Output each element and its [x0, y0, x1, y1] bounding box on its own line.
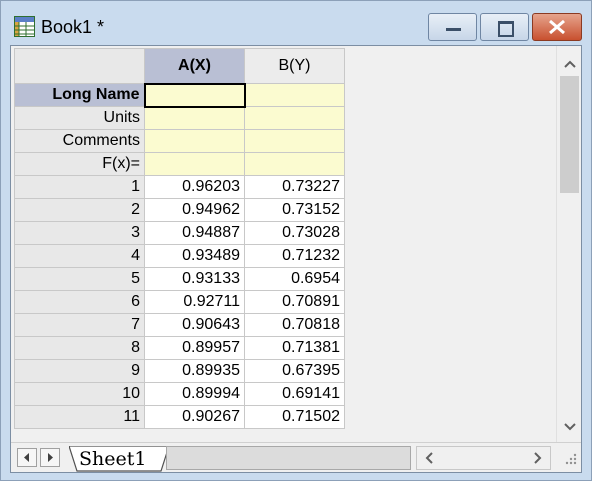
- table-row: 2 0.94962 0.73152: [14, 198, 345, 222]
- grid-corner[interactable]: [14, 48, 145, 84]
- row-number[interactable]: 2: [14, 198, 145, 222]
- chevron-right-icon[interactable]: [530, 451, 544, 465]
- row-number[interactable]: 11: [14, 405, 145, 429]
- comments-cell-b[interactable]: [244, 129, 345, 153]
- column-header-a[interactable]: A(X): [144, 48, 245, 84]
- row-number[interactable]: 6: [14, 290, 145, 314]
- maximize-icon: [498, 21, 514, 37]
- long-name-cell-b[interactable]: [244, 83, 345, 107]
- sheet-tab-bar: Sheet1: [11, 442, 581, 472]
- data-cell-a[interactable]: 0.89957: [144, 336, 245, 360]
- data-cell-b[interactable]: 0.6954: [244, 267, 345, 291]
- minimize-button[interactable]: [428, 13, 477, 41]
- vertical-scroll-thumb[interactable]: [560, 76, 579, 193]
- table-row: 1 0.96203 0.73227: [14, 175, 345, 199]
- meta-label-long-name[interactable]: Long Name: [14, 83, 145, 107]
- data-cell-a[interactable]: 0.90643: [144, 313, 245, 337]
- table-row: 7 0.90643 0.70818: [14, 313, 345, 337]
- data-cell-b[interactable]: 0.73152: [244, 198, 345, 222]
- chevron-up-icon[interactable]: [562, 56, 578, 72]
- data-cell-a[interactable]: 0.94887: [144, 221, 245, 245]
- data-cell-b[interactable]: 0.69141: [244, 382, 345, 406]
- vertical-scrollbar[interactable]: [556, 46, 581, 442]
- table-row: 6 0.92711 0.70891: [14, 290, 345, 314]
- long-name-cell-a[interactable]: [143, 82, 246, 108]
- data-cell-a[interactable]: 0.92711: [144, 290, 245, 314]
- table-row: 11 0.90267 0.71502: [14, 405, 345, 429]
- data-cell-b[interactable]: 0.67395: [244, 359, 345, 383]
- data-cell-b[interactable]: 0.70818: [244, 313, 345, 337]
- data-cell-a[interactable]: 0.96203: [144, 175, 245, 199]
- workbook-grid-icon: [14, 16, 35, 37]
- previous-sheet-button[interactable]: [17, 448, 37, 467]
- triangle-left-icon: [24, 453, 29, 462]
- worksheet-client: A(X) B(Y) Long Name Units Comments F(x)=…: [10, 45, 582, 473]
- data-cell-a[interactable]: 0.90267: [144, 405, 245, 429]
- next-sheet-button[interactable]: [40, 448, 60, 467]
- units-cell-b[interactable]: [244, 106, 345, 130]
- row-number[interactable]: 10: [14, 382, 145, 406]
- worksheet-grid: A(X) B(Y) Long Name Units Comments F(x)=…: [14, 48, 345, 429]
- meta-label-fx[interactable]: F(x)=: [14, 152, 145, 176]
- minimize-icon: [446, 28, 461, 31]
- data-cell-a[interactable]: 0.94962: [144, 198, 245, 222]
- close-icon: [549, 19, 565, 35]
- data-cell-b[interactable]: 0.71232: [244, 244, 345, 268]
- triangle-right-icon: [48, 453, 53, 462]
- row-number[interactable]: 1: [14, 175, 145, 199]
- close-button[interactable]: [532, 13, 582, 41]
- title-bar[interactable]: Book1 *: [1, 1, 593, 45]
- row-number[interactable]: 3: [14, 221, 145, 245]
- tab-strip: [166, 446, 411, 470]
- table-row: 4 0.93489 0.71232: [14, 244, 345, 268]
- data-cell-b[interactable]: 0.71502: [244, 405, 345, 429]
- data-cell-b[interactable]: 0.73227: [244, 175, 345, 199]
- table-row: 5 0.93133 0.6954: [14, 267, 345, 291]
- table-row: 3 0.94887 0.73028: [14, 221, 345, 245]
- table-row: 10 0.89994 0.69141: [14, 382, 345, 406]
- sheet-tab-sheet1[interactable]: Sheet1: [79, 448, 146, 470]
- column-header-b[interactable]: B(Y): [244, 48, 345, 84]
- fx-cell-a[interactable]: [144, 152, 245, 176]
- units-cell-a[interactable]: [144, 106, 245, 130]
- fx-cell-b[interactable]: [244, 152, 345, 176]
- row-number[interactable]: 5: [14, 267, 145, 291]
- meta-label-comments[interactable]: Comments: [14, 129, 145, 153]
- meta-label-units[interactable]: Units: [14, 106, 145, 130]
- data-cell-b[interactable]: 0.73028: [244, 221, 345, 245]
- data-cell-a[interactable]: 0.89994: [144, 382, 245, 406]
- data-cell-a[interactable]: 0.89935: [144, 359, 245, 383]
- data-cell-b[interactable]: 0.71381: [244, 336, 345, 360]
- chevron-down-icon[interactable]: [562, 419, 578, 435]
- horizontal-scrollbar[interactable]: [416, 446, 551, 470]
- workbook-window: Book1 * A(X) B(Y) Long Name Units Commen…: [0, 0, 592, 481]
- resize-grip-icon[interactable]: [563, 451, 577, 465]
- table-row: 9 0.89935 0.67395: [14, 359, 345, 383]
- comments-cell-a[interactable]: [144, 129, 245, 153]
- table-row: 8 0.89957 0.71381: [14, 336, 345, 360]
- data-cell-a[interactable]: 0.93133: [144, 267, 245, 291]
- worksheet-grid-area: A(X) B(Y) Long Name Units Comments F(x)=…: [11, 46, 556, 442]
- window-title: Book1 *: [41, 17, 105, 37]
- row-number[interactable]: 4: [14, 244, 145, 268]
- chevron-left-icon[interactable]: [423, 451, 437, 465]
- row-number[interactable]: 9: [14, 359, 145, 383]
- maximize-button[interactable]: [480, 13, 529, 41]
- row-number[interactable]: 7: [14, 313, 145, 337]
- data-cell-b[interactable]: 0.70891: [244, 290, 345, 314]
- data-cell-a[interactable]: 0.93489: [144, 244, 245, 268]
- row-number[interactable]: 8: [14, 336, 145, 360]
